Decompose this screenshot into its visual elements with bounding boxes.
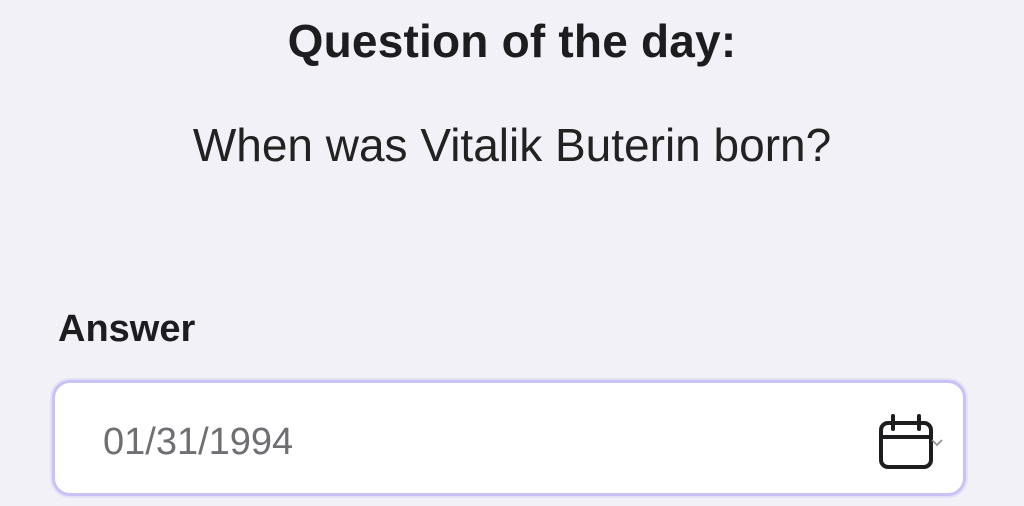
date-value[interactable]: 01/31/1994 [103, 421, 293, 464]
calendar-icon [879, 414, 943, 469]
date-field[interactable]: 01/31/1994 [52, 380, 966, 496]
chevron-down-icon [931, 439, 943, 447]
question-text: When was Vitalik Buterin born? [192, 119, 832, 171]
date-picker-button[interactable] [877, 413, 943, 471]
page-title: Question of the day: [287, 15, 737, 67]
answer-label: Answer [58, 308, 196, 350]
